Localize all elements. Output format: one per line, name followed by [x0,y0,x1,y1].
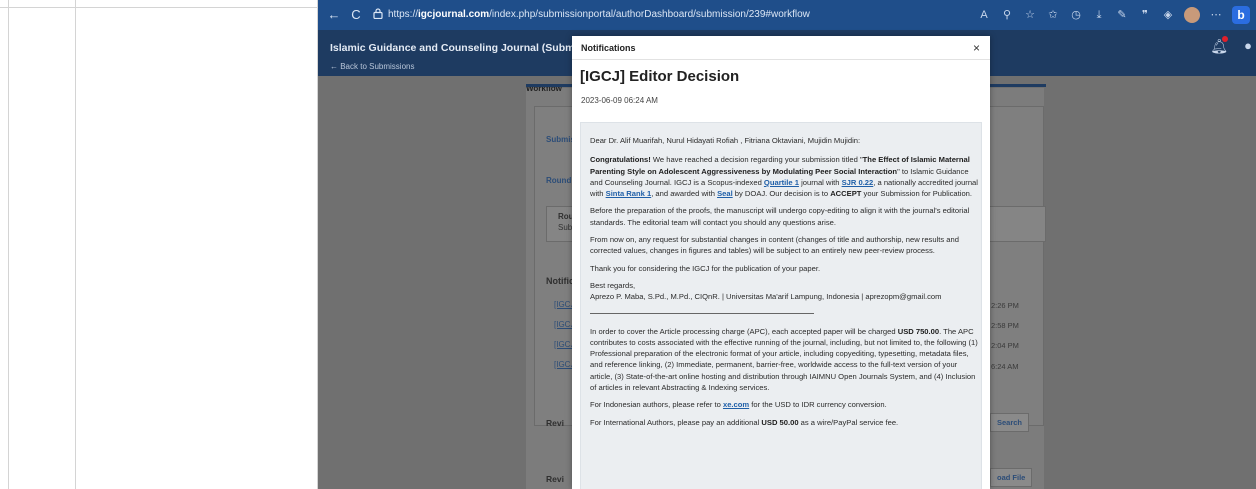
back-to-submissions-link[interactable]: ← Back to Submissions [330,62,414,71]
text-run: . The APC contributes to costs associate… [590,326,978,393]
quote-icon[interactable]: ❞ [1138,5,1152,25]
favorites-icon[interactable]: ✩ [1046,5,1060,25]
decision-paragraph: Congratulations! We have reached a decis… [590,154,978,199]
modal-title: Notifications [581,43,636,53]
url-path: /index.php/submissionportal/authorDashbo… [489,9,810,20]
decision-title: [IGCJ] Editor Decision [580,68,740,85]
close-icon[interactable]: × [973,41,980,55]
notification-time-1: 2:26 PM [991,301,1019,310]
signature: Aprezo P. Maba, S.Pd., M.Pd., CIQnR. | U… [590,292,942,302]
profile-avatar[interactable] [1184,7,1200,23]
greeting: Dear Dr. Alif Muarifah, Nurul Hidayati R… [590,136,861,145]
lock-icon [370,7,386,23]
search-button[interactable]: Search [990,413,1030,432]
journal-title: Islamic Guidance and Counseling Journal … [330,42,575,54]
download-icon[interactable]: ⤓ [1092,5,1106,25]
table-border-left [8,0,9,489]
read-aloud-icon[interactable]: A [977,5,991,25]
message-body: Dear Dr. Alif Muarifah, Nurul Hidayati R… [580,122,982,489]
notification-time-2: 2:58 PM [991,321,1019,330]
message-text: Dear Dr. Alif Muarifah, Nurul Hidayati R… [590,135,978,434]
embedded-screenshot: ← C https://igcjournal.com/index.php/sub… [318,0,1256,489]
notification-time-4: 6:24 AM [991,362,1019,371]
notification-badge [1222,36,1228,42]
history-icon[interactable]: ◷ [1069,5,1083,25]
round-tab[interactable]: Round [546,176,571,185]
divider [590,312,814,314]
submission-label: Sub [558,223,573,232]
decision-date: 2023-06-09 06:24 AM [581,96,658,105]
review-heading-1: Revi [546,418,564,428]
browser-toolbar: ← C https://igcjournal.com/index.php/sub… [318,0,1256,30]
document-table: ← C https://igcjournal.com/index.php/sub… [0,0,1256,489]
text-run: We have reached a decision regarding you… [650,155,863,165]
text-run: In order to cover the Article processing… [590,326,898,336]
sjr-link[interactable]: SJR 0.22 [842,178,874,187]
accept-text: ACCEPT [830,189,862,199]
intl-paragraph: For International Authors, please pay an… [590,417,978,428]
url-host: igcjournal.com [418,9,490,20]
review-heading-2: Revi [546,474,564,484]
extension-icon[interactable]: ✎ [1115,5,1129,25]
address-bar[interactable]: https://igcjournal.com/index.php/submiss… [388,6,908,24]
intl-fee: USD 50.00 [761,417,799,427]
url-prefix: https:// [388,9,419,20]
user-icon[interactable]: ● [1244,38,1252,53]
text-run: journal with [798,177,842,187]
text-run: For Indonesian authors, please refer to [590,400,723,410]
regards: Best regards, [590,280,636,290]
bing-icon[interactable]: b [1232,6,1250,24]
apc-amount: USD 750.00 [897,326,940,336]
more-options-icon[interactable]: ⋯ [1209,5,1223,25]
text-run: , and awarded with [651,189,718,199]
text-run: For International Authors, please pay an… [590,417,762,427]
zoom-icon[interactable]: ⚲ [1000,5,1014,25]
text-run: by DOAJ. Our decision is to [732,189,831,199]
quartile-link[interactable]: Quartile 1 [764,178,799,187]
changes-paragraph: From now on, any request for substantial… [590,235,959,256]
congrats-text: Congratulations! [590,155,651,165]
upload-file-button[interactable]: oad File [990,468,1033,487]
notifications-heading: Notific [546,276,574,286]
table-border-col1 [75,0,76,489]
text-run: your Submission for Publication. [861,189,973,199]
reload-icon[interactable]: C [348,7,364,23]
thanks-paragraph: Thank you for considering the IGCJ for t… [590,263,821,273]
browser-tool-icons: A ⚲ ☆ ✩ ◷ ⤓ ✎ ❞ ◈ ⋯ b [977,5,1250,25]
submission-tab[interactable]: Submis [546,135,575,144]
sinta-link[interactable]: Sinta Rank 1 [606,189,652,198]
notification-modal: Notifications × [IGCJ] Editor Decision 2… [572,36,990,489]
apc-paragraph: In order to cover the Article processing… [590,326,978,394]
idr-paragraph: For Indonesian authors, please refer to … [590,399,978,410]
favorite-star-icon[interactable]: ☆ [1023,5,1037,25]
copyedit-paragraph: Before the preparation of the proofs, th… [590,206,970,227]
xe-link[interactable]: xe.com [723,400,749,409]
modal-header: Notifications × [572,36,990,60]
text-run: for the USD to IDR currency conversion. [749,400,887,410]
notification-time-3: 2:04 PM [991,341,1019,350]
shield-icon[interactable]: ◈ [1161,5,1175,25]
back-arrow-icon[interactable]: ← [326,7,342,23]
seal-link[interactable]: Seal [717,189,733,198]
text-run: as a wire/PayPal service fee. [798,417,899,427]
